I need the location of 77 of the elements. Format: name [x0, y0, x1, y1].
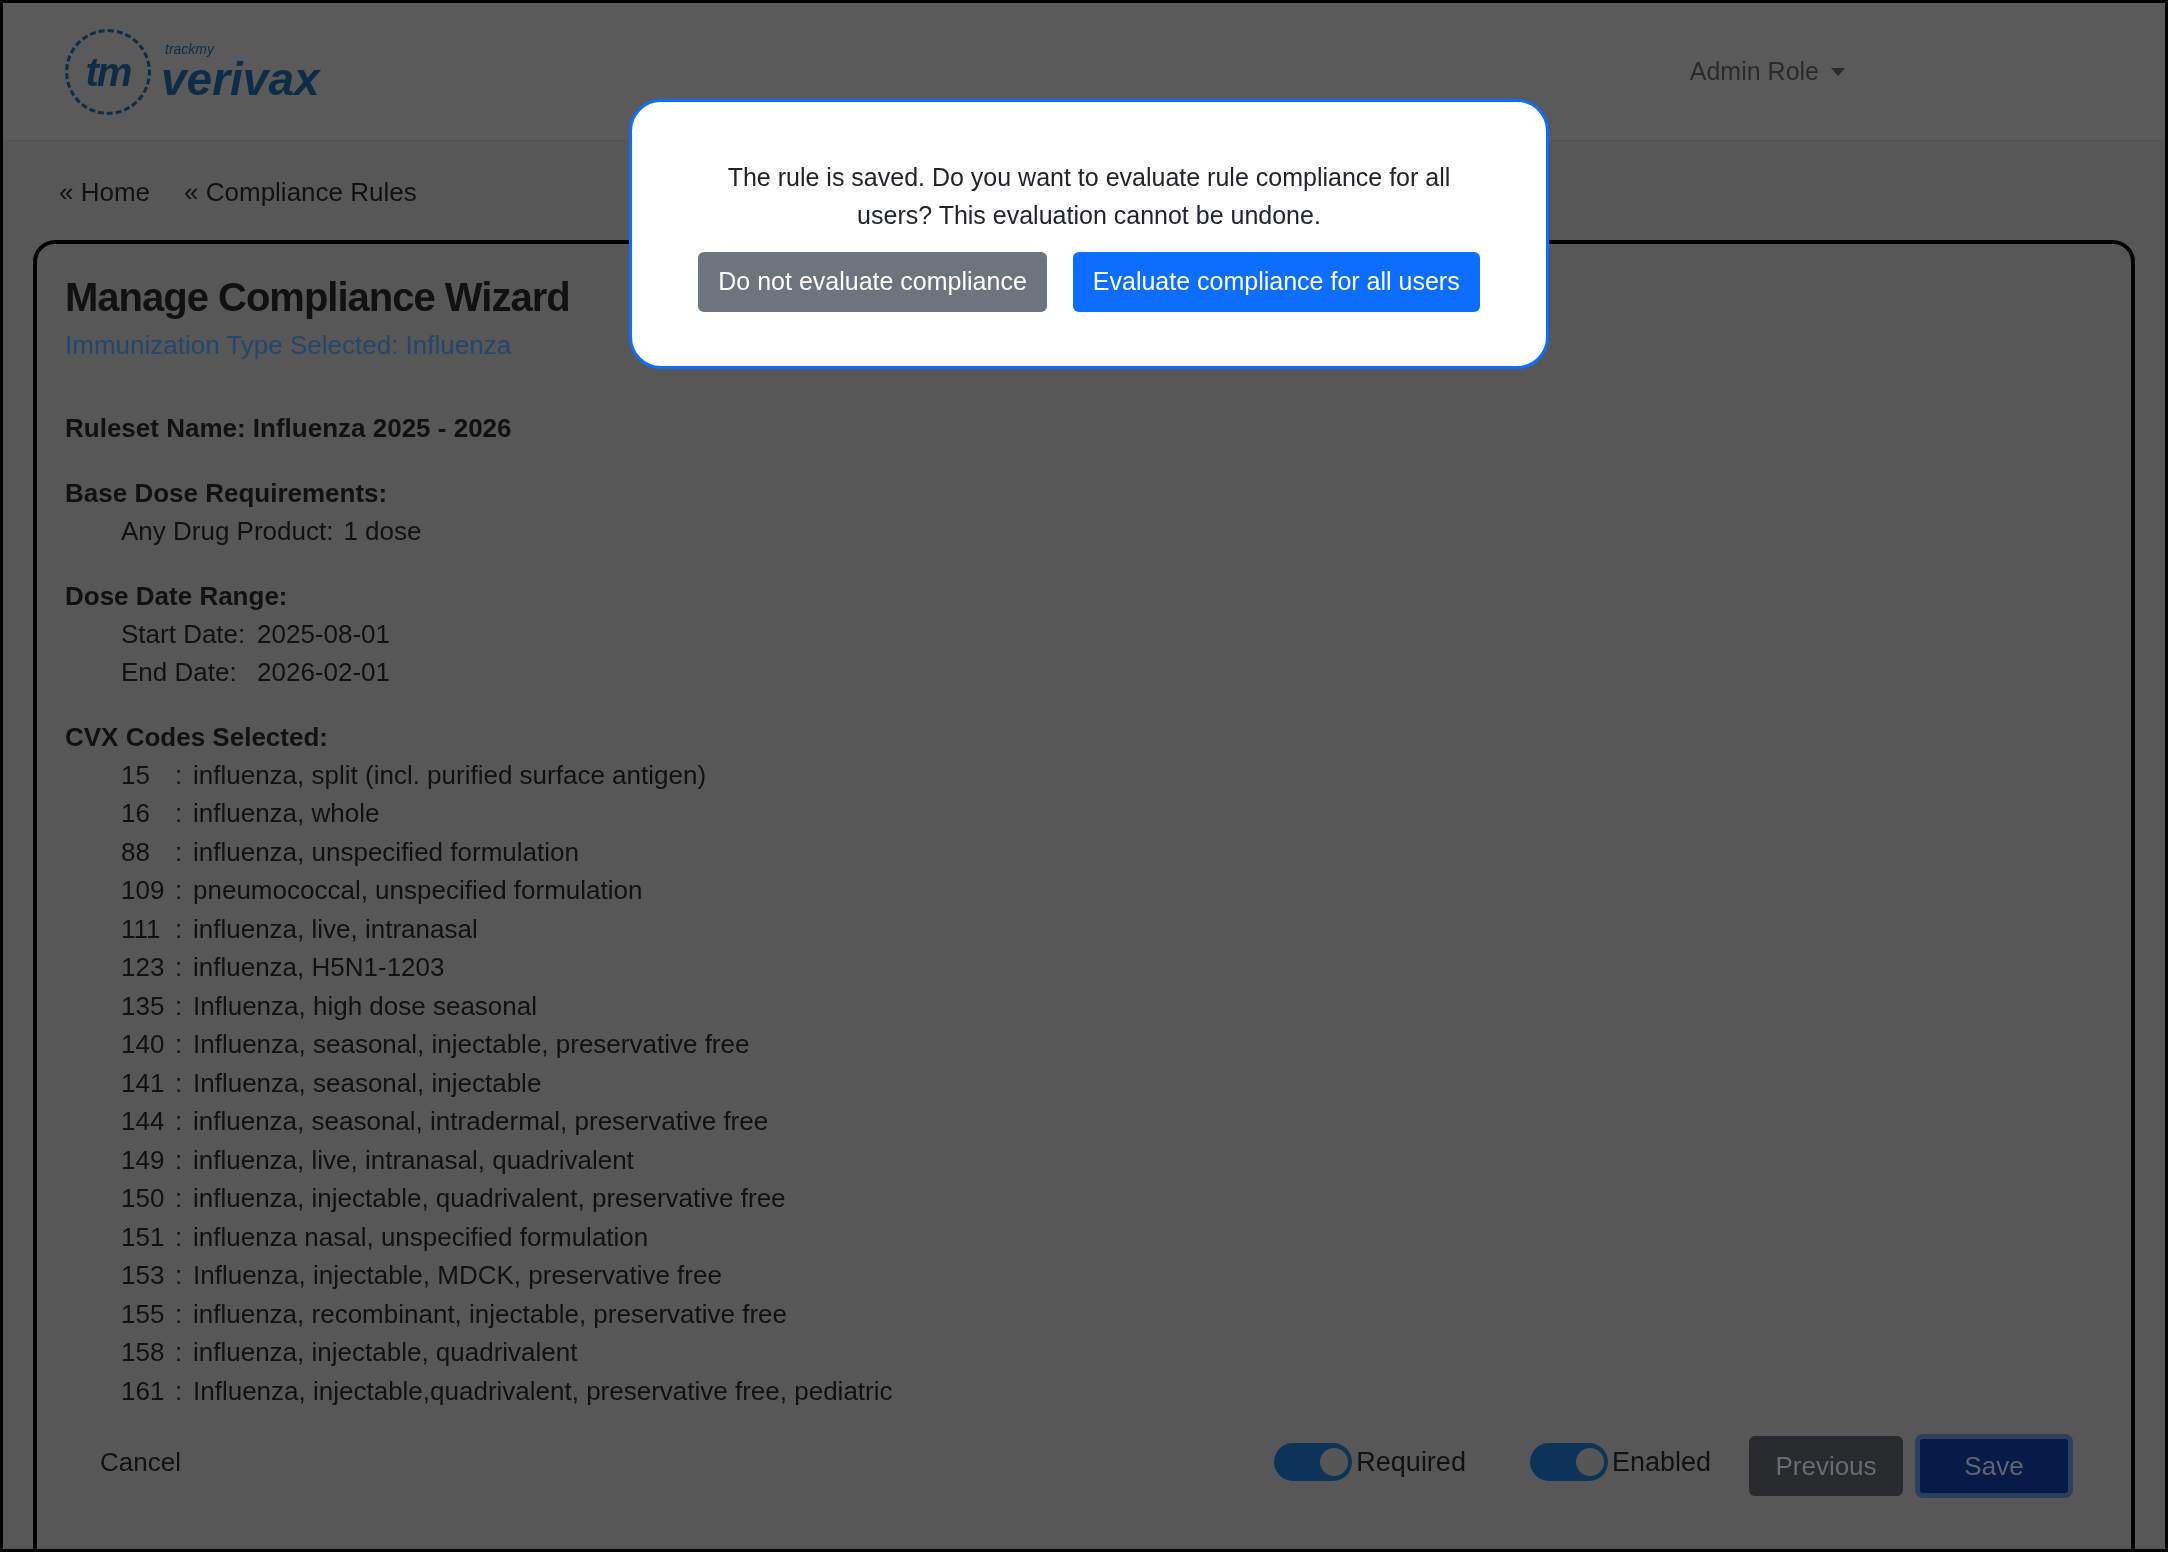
- dialog-button[interactable]: Do not evaluate compliance: [698, 252, 1047, 312]
- section-heading: Dose Date Range:: [65, 579, 289, 613]
- code-separator: :: [175, 1182, 184, 1215]
- cvx-code: 144: [121, 1105, 166, 1138]
- cvx-code: 149: [121, 1143, 166, 1177]
- cvx-code: 16: [121, 797, 151, 830]
- cvx-code: 135: [121, 989, 166, 1023]
- cvx-code: 109: [121, 874, 166, 907]
- cvx-description: Influenza, injectable, MDCK, preservative free: [193, 1259, 722, 1292]
- ruleset-name: Ruleset Name: Influenza 2025 - 2026: [65, 412, 513, 445]
- caret-icon: [1831, 67, 1845, 76]
- save-button[interactable]: Save: [1915, 1434, 2073, 1498]
- code-separator: :: [175, 874, 184, 907]
- cvx-code: 111: [121, 912, 162, 946]
- code-separator: :: [175, 1105, 184, 1138]
- cvx-code: 123: [121, 951, 166, 984]
- cvx-description: influenza, split (incl. purified surface antigen): [193, 758, 707, 792]
- cvx-description: influenza, injectable, quadrivalent, preservative free: [193, 1182, 786, 1215]
- toggle-switch[interactable]: [1274, 1443, 1353, 1481]
- code-separator: :: [175, 797, 184, 830]
- cvx-description: influenza, H5N1-1203: [193, 951, 445, 984]
- code-separator: :: [175, 835, 184, 869]
- cvx-description: influenza, live, intranasal: [193, 912, 478, 946]
- code-separator: :: [175, 951, 184, 984]
- code-separator: :: [175, 758, 184, 792]
- cvx-description: Influenza, injectable,quadrivalent, preservative free, pediatric: [193, 1374, 893, 1408]
- logo-tagline: trackmy: [165, 41, 216, 56]
- code-separator: :: [175, 1297, 184, 1331]
- breadcrumb-link[interactable]: « Home: [59, 173, 151, 212]
- cancel-button[interactable]: Cancel: [100, 1442, 181, 1482]
- cvx-code: 140: [121, 1028, 166, 1061]
- cvx-description: influenza, injectable, quadrivalent: [193, 1336, 578, 1369]
- field-label: Any Drug Product:: [121, 515, 335, 548]
- dialog-message: The rule is saved. Do you want to evaluate rule compliance for all users? This evaluation cannot be undone.: [726, 162, 1452, 231]
- code-separator: :: [175, 989, 184, 1023]
- code-separator: :: [175, 912, 184, 946]
- code-separator: :: [175, 1143, 184, 1177]
- section-heading: Base Dose Requirements:: [65, 477, 389, 510]
- cvx-description: influenza, unspecified formulation: [193, 835, 579, 869]
- code-separator: :: [175, 1066, 184, 1100]
- field-label: End Date:: [121, 656, 238, 689]
- breadcrumb-link[interactable]: « Compliance Rules: [184, 173, 417, 212]
- code-separator: :: [175, 1259, 184, 1292]
- toggle-switch[interactable]: [1529, 1443, 1608, 1481]
- toggle-label: Required: [1356, 1445, 1466, 1479]
- cvx-code: 141: [121, 1066, 166, 1100]
- code-separator: :: [175, 1220, 184, 1254]
- cvx-description: Influenza, seasonal, injectable, preservative free: [193, 1028, 750, 1061]
- cvx-code: 153: [121, 1259, 166, 1292]
- cvx-description: Influenza, high dose seasonal: [193, 989, 538, 1023]
- cvx-code: 88: [121, 835, 151, 869]
- previous-button[interactable]: Previous: [1749, 1436, 1903, 1496]
- cvx-code: 161: [121, 1374, 166, 1408]
- page-title: Manage Compliance Wizard: [65, 274, 570, 321]
- field-value: 1 dose: [343, 515, 422, 548]
- field-value: 2025-08-01: [257, 617, 390, 651]
- cvx-code: 150: [121, 1182, 166, 1215]
- section-heading: CVX Codes Selected:: [65, 720, 329, 754]
- logo-mark: tm: [65, 28, 151, 115]
- cvx-description: influenza nasal, unspecified formulation: [193, 1220, 649, 1254]
- cvx-code: 155: [121, 1297, 166, 1331]
- cvx-description: influenza, whole: [193, 797, 380, 830]
- cvx-description: influenza, seasonal, intradermal, preservative free: [193, 1105, 769, 1138]
- cvx-description: influenza, live, intranasal, quadrivalent: [193, 1143, 634, 1177]
- cvx-code: 158: [121, 1336, 166, 1369]
- field-value: 2026-02-01: [257, 656, 390, 689]
- cvx-code: 151: [121, 1220, 166, 1254]
- toggle-label: Enabled: [1611, 1445, 1711, 1479]
- code-separator: :: [175, 1374, 184, 1408]
- cvx-description: pneumococcal, unspecified formulation: [193, 874, 643, 907]
- cvx-code: 15: [121, 758, 151, 792]
- cvx-description: Influenza, seasonal, injectable: [193, 1066, 542, 1100]
- dialog-button[interactable]: Evaluate compliance for all users: [1072, 252, 1480, 312]
- code-separator: :: [175, 1336, 184, 1369]
- cvx-description: influenza, recombinant, injectable, preservative free: [193, 1297, 787, 1331]
- code-separator: :: [175, 1028, 184, 1061]
- field-label: Start Date:: [121, 617, 247, 651]
